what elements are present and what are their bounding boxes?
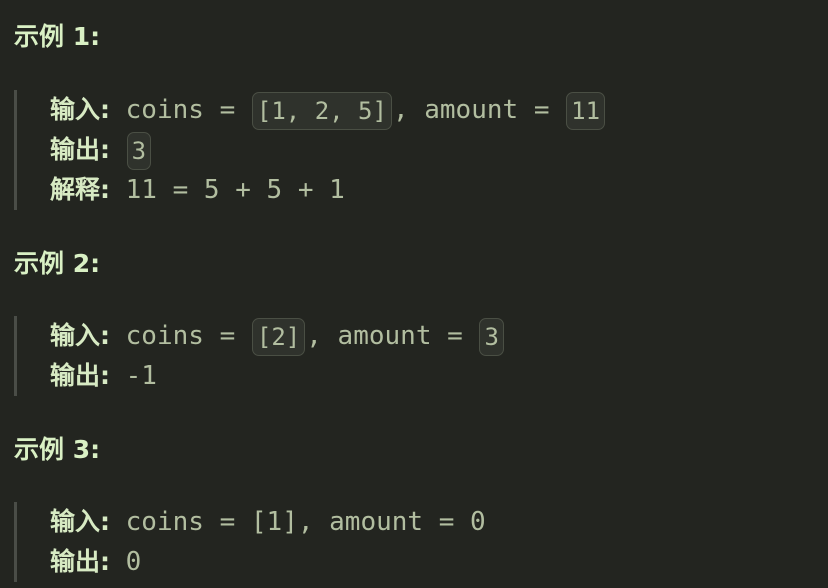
example-2-title: 示例 2:: [14, 249, 101, 278]
output-value: -1: [125, 361, 157, 391]
coins-inline-code: [1, 2, 5]: [251, 91, 392, 130]
input-value: coins = [1], amount = 0: [125, 507, 486, 537]
example-2-block: 输入: coins = [2], amount = 3 输出: -1: [14, 316, 794, 396]
output-label: 输出:: [50, 361, 110, 390]
example-1-block: 输入: coins = [1, 2, 5], amount = 11 输出: 3…: [14, 90, 794, 210]
input-code-middle: , amount =: [306, 321, 479, 351]
amount-inline-code: 11: [566, 91, 606, 130]
input-code-prefix: coins =: [125, 95, 251, 125]
amount-inline-code: 3: [479, 317, 504, 356]
example-3-title: 示例 3:: [14, 435, 101, 464]
example-1-title: 示例 1:: [14, 22, 101, 51]
example-2-output-line: 输出: -1: [50, 356, 794, 396]
input-code-middle: , amount =: [392, 95, 566, 125]
output-value: 0: [125, 547, 142, 577]
explanation-label: 解释:: [50, 175, 110, 204]
example-3-block: 输入: coins = [1], amount = 0 输出: 0: [14, 502, 794, 582]
input-code-prefix: coins =: [125, 321, 251, 351]
example-1-explanation-line: 解释: 11 = 5 + 5 + 1: [50, 170, 794, 210]
output-inline-code: 3: [126, 131, 152, 170]
coins-inline-code: [2]: [251, 317, 306, 356]
output-label: 输出:: [50, 135, 110, 164]
example-1-input-line: 输入: coins = [1, 2, 5], amount = 11: [50, 90, 794, 130]
input-label: 输入:: [50, 321, 110, 350]
explanation-value: 11 = 5 + 5 + 1: [125, 175, 345, 205]
example-3-input-line: 输入: coins = [1], amount = 0: [50, 502, 794, 542]
input-label: 输入:: [50, 507, 110, 536]
output-label: 输出:: [50, 547, 110, 576]
input-label: 输入:: [50, 95, 110, 124]
example-3-output-line: 输出: 0: [50, 542, 794, 582]
example-2-input-line: 输入: coins = [2], amount = 3: [50, 316, 794, 356]
example-1-output-line: 输出: 3: [50, 130, 794, 170]
